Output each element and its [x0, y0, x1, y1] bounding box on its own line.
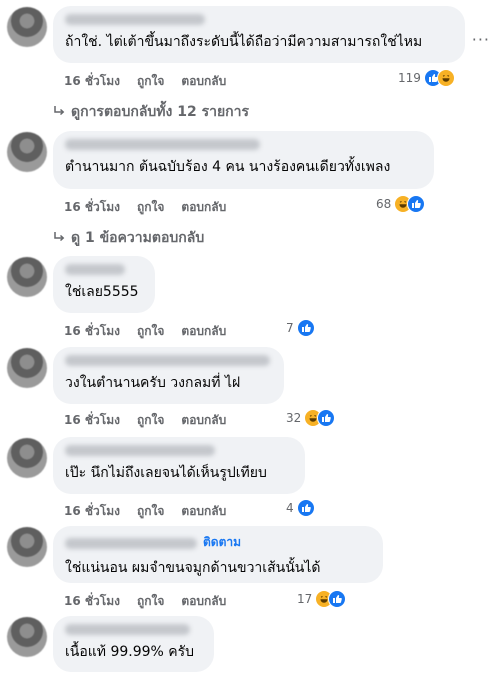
comment-bubble: เนื้อแท้ 99.99% ครับ	[53, 616, 214, 672]
commenter-name[interactable]	[65, 445, 215, 456]
commenter-name[interactable]	[65, 624, 190, 635]
reaction-count: 32	[286, 411, 302, 425]
comment-text: ใช่แน่นอน ผมจำขนจมูกด้านขวาเส้นนั้นได้	[65, 560, 321, 576]
reaction-summary[interactable]: 17	[297, 590, 347, 608]
like-action[interactable]: ถูกใจ	[137, 198, 164, 217]
avatar[interactable]	[7, 617, 47, 657]
like-action[interactable]: ถูกใจ	[137, 592, 164, 611]
reply-arrow-icon	[54, 104, 65, 120]
comment-bubble: ติดตาม ใช่แน่นอน ผมจำขนจมูกด้านขวาเส้นนั…	[53, 526, 383, 583]
comment-text: ตำนานมาก ต้นฉบับร้อง 4 คน นางร้องคนเดียว…	[65, 159, 391, 175]
comment-actions: 16 ชั่วโมง ถูกใจ ตอบกลับ	[64, 592, 226, 611]
like-reaction-icon	[296, 319, 315, 337]
reply-action[interactable]: ตอบกลับ	[181, 502, 226, 521]
comment-actions: 16 ชั่วโมง ถูกใจ ตอบกลับ	[64, 198, 226, 217]
avatar[interactable]	[7, 438, 47, 478]
comment-bubble: ถ้าใช่. ไต่เต้าขึ้นมาถึงระดับนี้ได้ถือว่…	[53, 6, 465, 63]
view-replies-link[interactable]: ดู 1 ข้อความตอบกลับ	[54, 227, 204, 249]
avatar[interactable]	[7, 132, 47, 172]
avatar[interactable]	[7, 348, 47, 388]
reaction-count: 7	[286, 321, 294, 335]
comment-bubble: ใช่เลย5555	[53, 256, 155, 313]
reaction-count: 119	[398, 71, 421, 85]
comment-time[interactable]: 16 ชั่วโมง	[64, 411, 120, 430]
reaction-count: 4	[286, 501, 294, 515]
view-replies-label: ดูการตอบกลับทั้ง 12 รายการ	[71, 104, 250, 120]
commenter-name[interactable]	[65, 264, 125, 275]
like-action[interactable]: ถูกใจ	[137, 411, 164, 430]
comment-bubble: วงในตำนานครับ วงกลมที่ ไฝ	[53, 347, 284, 404]
reply-action[interactable]: ตอบกลับ	[181, 198, 226, 217]
reaction-summary[interactable]: 4	[286, 499, 315, 517]
like-reaction-icon	[328, 590, 347, 608]
reaction-count: 68	[376, 197, 392, 211]
like-reaction-icon	[317, 409, 336, 427]
follow-button[interactable]: ติดตาม	[203, 533, 241, 552]
view-replies-link[interactable]: ดูการตอบกลับทั้ง 12 รายการ	[54, 101, 249, 123]
like-action[interactable]: ถูกใจ	[137, 72, 164, 91]
comment-actions: 16 ชั่วโมง ถูกใจ ตอบกลับ	[64, 72, 226, 91]
comment-text: วงในตำนานครับ วงกลมที่ ไฝ	[65, 375, 241, 391]
comment-actions: 16 ชั่วโมง ถูกใจ ตอบกลับ	[64, 411, 226, 430]
reaction-summary[interactable]: 7	[286, 319, 315, 337]
like-action[interactable]: ถูกใจ	[137, 322, 164, 341]
comment-text: เนื้อแท้ 99.99% ครับ	[65, 644, 195, 660]
comment-time[interactable]: 16 ชั่วโมง	[64, 198, 120, 217]
like-action[interactable]: ถูกใจ	[137, 502, 164, 521]
avatar[interactable]	[7, 7, 47, 47]
comment-text: ใช่เลย5555	[65, 284, 139, 300]
reply-action[interactable]: ตอบกลับ	[181, 322, 226, 341]
haha-reaction-icon	[436, 69, 455, 87]
comment-actions: 16 ชั่วโมง ถูกใจ ตอบกลับ	[64, 502, 226, 521]
comment-bubble: ตำนานมาก ต้นฉบับร้อง 4 คน นางร้องคนเดียว…	[53, 131, 434, 189]
reply-action[interactable]: ตอบกลับ	[181, 592, 226, 611]
reaction-summary[interactable]: 32	[286, 409, 336, 427]
avatar[interactable]	[7, 257, 47, 297]
comment-time[interactable]: 16 ชั่วโมง	[64, 502, 120, 521]
more-options-icon[interactable]: ···	[472, 30, 490, 49]
commenter-name[interactable]	[65, 537, 197, 549]
commenter-name[interactable]	[65, 355, 270, 366]
comment-bubble: เป๊ะ นึกไม่ถึงเลยจนได้เห็นรูปเทียบ	[53, 437, 305, 494]
reaction-summary[interactable]: 119	[398, 69, 455, 87]
like-reaction-icon	[296, 499, 315, 517]
reply-action[interactable]: ตอบกลับ	[181, 411, 226, 430]
like-reaction-icon	[407, 195, 426, 213]
avatar[interactable]	[7, 527, 47, 567]
reply-arrow-icon	[54, 230, 65, 246]
comment-text: ถ้าใช่. ไต่เต้าขึ้นมาถึงระดับนี้ได้ถือว่…	[65, 34, 423, 50]
comment-time[interactable]: 16 ชั่วโมง	[64, 322, 120, 341]
reaction-summary[interactable]: 68	[376, 195, 426, 213]
comment-text: เป๊ะ นึกไม่ถึงเลยจนได้เห็นรูปเทียบ	[65, 465, 267, 481]
view-replies-label: ดู 1 ข้อความตอบกลับ	[71, 230, 205, 246]
comment-time[interactable]: 16 ชั่วโมง	[64, 72, 120, 91]
comment-actions: 16 ชั่วโมง ถูกใจ ตอบกลับ	[64, 322, 226, 341]
commenter-name[interactable]	[65, 139, 260, 150]
reaction-count: 17	[297, 592, 313, 606]
commenter-name[interactable]	[65, 14, 205, 25]
reply-action[interactable]: ตอบกลับ	[181, 72, 226, 91]
comment-time[interactable]: 16 ชั่วโมง	[64, 592, 120, 611]
